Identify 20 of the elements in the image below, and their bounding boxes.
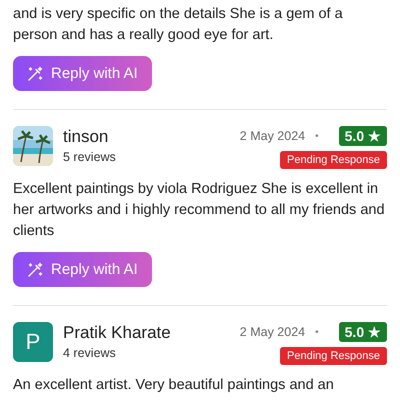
status-badge: Pending Response bbox=[280, 347, 387, 365]
avatar-letter: P bbox=[13, 322, 53, 362]
review-text: Excellent paintings by viola Rodriguez She is excellent in her artworks and i highly recommend to all my friends and clients bbox=[13, 180, 386, 241]
reviewer-name: Pratik Kharate bbox=[63, 323, 172, 343]
review-count: 4 reviews bbox=[63, 346, 117, 360]
reviewer-name: tinson bbox=[63, 127, 110, 147]
review-date: 2 May 2024 bbox=[240, 325, 306, 339]
magic-wand-icon bbox=[27, 262, 43, 278]
separator-dot: • bbox=[315, 130, 319, 142]
reply-with-ai-button[interactable]: Reply with AI bbox=[13, 252, 152, 287]
status-badge: Pending Response bbox=[280, 151, 387, 169]
rating-badge: 5.0 ★ bbox=[338, 126, 387, 146]
review-date: 2 May 2024 bbox=[240, 129, 306, 143]
reply-with-ai-button[interactable]: Reply with AI bbox=[13, 56, 152, 91]
magic-wand-icon bbox=[27, 66, 43, 82]
separator-dot: • bbox=[315, 326, 319, 338]
review-count: 5 reviews bbox=[63, 150, 117, 164]
review-text: and is very specific on the details She is a gem of a person and has a really good eye for art. bbox=[13, 5, 344, 45]
review-text: An excellent artist. Very beautiful paintings and an bbox=[13, 376, 335, 395]
rating-badge: 5.0 ★ bbox=[338, 322, 387, 342]
